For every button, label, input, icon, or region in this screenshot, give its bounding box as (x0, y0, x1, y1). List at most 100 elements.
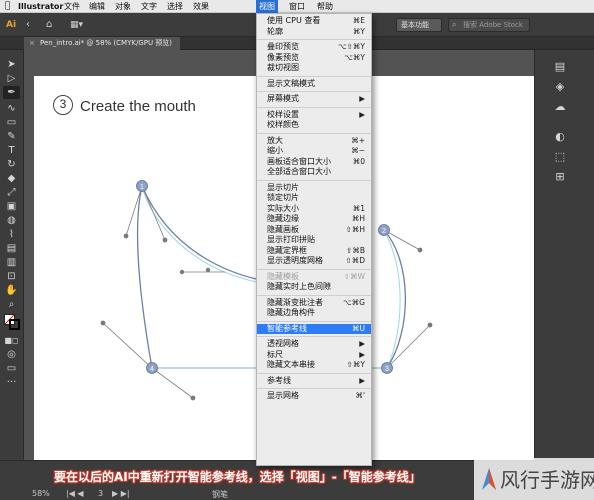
curvature-tool-icon[interactable]: ∿ (3, 102, 20, 115)
view-menu-item[interactable]: 隐藏边角构件 (257, 308, 371, 319)
view-menu-item[interactable]: 参考线 ▶ (257, 376, 371, 387)
menu-separator (257, 372, 371, 374)
selection-tool-icon[interactable]: ➤ (3, 58, 20, 71)
menu-item-shortcut: ⇧⌘D (345, 256, 365, 265)
fill-stroke-swatch[interactable] (4, 314, 20, 330)
view-menu-item[interactable]: 叠印预览 ⌥⇧⌘Y (257, 42, 371, 53)
gradient-tool-icon[interactable]: ▤ (3, 242, 20, 255)
asset-export-icon[interactable]: ⬚ (553, 150, 567, 164)
menu-illustrator[interactable]: Illustrator (15, 0, 66, 13)
view-menu-item[interactable]: 显示文稿模式 (257, 79, 371, 90)
menu-item-label: 屏幕模式 (267, 94, 299, 103)
draw-mode-icon[interactable]: ◎ (3, 348, 20, 361)
first-page-icon[interactable]: |◀ ◀ (66, 489, 84, 498)
view-menu-item[interactable]: 显示透明度网格 ⇧⌘D (257, 256, 371, 267)
menu-file[interactable]: 文件 (61, 0, 83, 13)
view-menu-item[interactable]: 画板适合窗口大小 ⌘0 (257, 157, 371, 168)
view-menu-item[interactable]: 智能参考线 ⌘U (257, 323, 371, 334)
close-icon[interactable]: × (29, 37, 35, 50)
brush-tool-icon[interactable]: ✎ (3, 130, 20, 143)
view-menu-item[interactable]: 隐藏定界框 ⇧⌘B (257, 246, 371, 257)
menu-object[interactable]: 对象 (112, 0, 134, 13)
view-menu-item[interactable]: 透视网格 ▶ (257, 339, 371, 350)
graph-tool-icon[interactable]: ▥ (3, 256, 20, 269)
view-menu-item[interactable]: 全部适合窗口大小 (257, 167, 371, 178)
menu-item-shortcut: ⌘Y (352, 26, 365, 36)
artboards-panel-icon[interactable]: ⊞ (553, 170, 567, 184)
view-menu-item[interactable]: 轮廓 ⌘Y (257, 27, 371, 38)
view-menu-item[interactable]: 校样颜色 (257, 120, 371, 131)
color-mode-icon[interactable]: ■◻ (3, 334, 20, 347)
menu-item-shortcut: ⇧⌘B (346, 245, 365, 255)
view-menu-item[interactable]: 使用 CPU 查看 ⌘E (257, 16, 371, 27)
home-icon[interactable]: ⌂ (46, 18, 52, 32)
eraser-tool-icon[interactable]: ◆ (3, 172, 20, 185)
view-menu-item[interactable]: 隐藏画板 ⇧⌘H (257, 225, 371, 236)
view-menu-item[interactable]: 屏幕模式 ▶ (257, 94, 371, 105)
shape-builder-tool-icon[interactable]: ◍ (3, 214, 20, 227)
view-menu-item[interactable]: 显示网格 ⌘' (257, 391, 371, 402)
view-menu-item[interactable]: 隐藏文本串接 ⇧⌘Y (257, 360, 371, 371)
workspace-switcher[interactable]: 基本功能 (396, 18, 442, 32)
view-menu-item[interactable]: 锁定切片 (257, 193, 371, 204)
menu-item-label: 透视网格 (267, 339, 299, 348)
artboard-tool-icon[interactable]: ⊡ (3, 270, 20, 283)
menu-item-label: 隐藏定界框 (267, 245, 307, 255)
arrange-documents-icon[interactable]: ▦▾ (70, 18, 83, 32)
libraries-panel-icon[interactable]: ☁ (553, 100, 567, 114)
pen-tool-icon[interactable]: ✒ (3, 86, 20, 99)
menu-edit[interactable]: 编辑 (86, 0, 108, 13)
rectangle-tool-icon[interactable]: ▭ (3, 116, 20, 129)
view-menu-item[interactable]: 放大 ⌘+ (257, 136, 371, 147)
view-menu-item[interactable]: 隐藏边缘 ⌘H (257, 214, 371, 225)
layers-panel-icon[interactable]: ◈ (553, 80, 567, 94)
view-menu-item[interactable]: 标尺 ▶ (257, 350, 371, 361)
rotate-tool-icon[interactable]: ↻ (3, 158, 20, 171)
watermark-logo: 风行手游网 (474, 458, 594, 500)
view-menu-item[interactable]: 裁切视图 (257, 63, 371, 74)
next-page-icon[interactable]: ▶ ▶| (112, 489, 130, 498)
view-menu-item[interactable]: 显示切片 (257, 183, 371, 194)
step-title: Create the mouth (80, 98, 196, 115)
menu-item-label: 全部适合窗口大小 (267, 167, 331, 176)
view-menu-item[interactable]: 隐藏渐变批注者 ⌥⌘G (257, 298, 371, 309)
menu-window[interactable]: 窗口 (286, 0, 308, 13)
menu-item-label: 隐藏边角构件 (267, 308, 315, 317)
menu-separator (257, 75, 371, 77)
stock-search-input[interactable]: 搜索 Adobe Stock (448, 18, 530, 32)
more-tools-icon[interactable]: ··· (3, 376, 20, 389)
view-menu-item[interactable]: 像素预览 ⌥⌘Y (257, 53, 371, 64)
properties-panel-icon[interactable]: ▤ (553, 60, 567, 74)
menu-select[interactable]: 选择 (164, 0, 186, 13)
apple-logo-icon[interactable]:  (2, 0, 13, 13)
view-menu-item[interactable]: 隐藏实时上色间隙 (257, 282, 371, 293)
menu-effect[interactable]: 效果 (190, 0, 212, 13)
menu-item-label: 放大 (267, 135, 283, 145)
direct-selection-tool-icon[interactable]: ▷ (3, 72, 20, 85)
hand-tool-icon[interactable]: ✋ (3, 284, 20, 297)
zoom-level[interactable]: 58% (32, 489, 50, 498)
view-menu-item[interactable]: 校样设置 ▶ (257, 110, 371, 121)
view-menu-item[interactable]: 缩小 ⌘− (257, 146, 371, 157)
menu-type[interactable]: 文字 (138, 0, 160, 13)
type-tool-icon[interactable]: T (3, 144, 20, 157)
scale-tool-icon[interactable]: ⤢ (3, 186, 20, 199)
menu-item-label: 裁切视图 (267, 63, 299, 72)
zoom-tool-icon[interactable]: ⌕ (3, 298, 20, 311)
screen-mode-icon[interactable]: ▭ (3, 362, 20, 375)
menu-help[interactable]: 帮助 (314, 0, 336, 13)
color-panel-icon[interactable]: ◐ (553, 130, 567, 144)
menu-item-label: 隐藏渐变批注者 (267, 297, 323, 307)
menu-item-label: 显示切片 (267, 182, 299, 192)
menu-view[interactable]: 视图 (256, 0, 278, 13)
view-menu-item[interactable]: 实际大小 ⌘1 (257, 204, 371, 215)
eyedropper-tool-icon[interactable]: ⌇ (3, 228, 20, 241)
back-icon[interactable]: ‹ (26, 18, 30, 32)
page-number[interactable]: 3 (98, 489, 103, 498)
document-tab[interactable]: × Pen_intro.ai* @ 58% (CMYK/GPU 预览) (24, 37, 181, 50)
free-transform-tool-icon[interactable]: ▣ (3, 200, 20, 213)
view-menu-item[interactable]: 显示打印拼贴 (257, 235, 371, 246)
menu-item-label: 锁定切片 (267, 193, 299, 202)
menu-item-label: 缩小 (267, 146, 283, 155)
document-tab-title: Pen_intro.ai* @ 58% (CMYK/GPU 预览) (40, 39, 173, 47)
